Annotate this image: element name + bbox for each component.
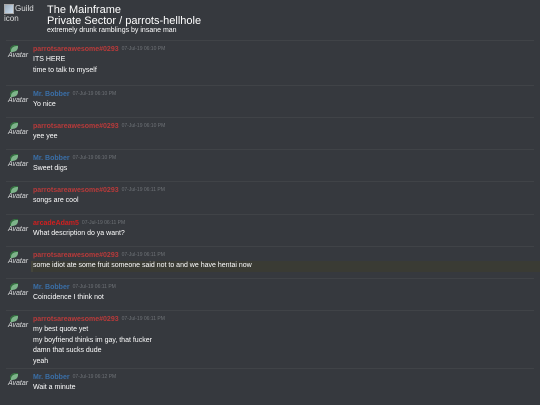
author-name[interactable]: parrotsareawesome#0293 <box>33 316 119 323</box>
message-timestamp: 07-Jul-19 06:11 PM <box>81 220 126 226</box>
message-content: songs are cool <box>33 197 79 204</box>
author-name[interactable]: parrotsareawesome#0293 <box>33 123 119 130</box>
message-author[interactable]: parrotsareawesome#0293 07-Jul-19 06:11 PM <box>33 252 165 259</box>
message-timestamp: 07-Jul-19 06:10 PM <box>72 155 117 161</box>
message-author[interactable]: parrotsareawesome#0293 07-Jul-19 06:11 PM <box>33 187 165 194</box>
message-group: Avatar parrotsareawesome#0293 07-Jul-19 06… <box>6 117 534 150</box>
message-content: What description do ya want? <box>33 230 125 237</box>
author-name[interactable]: Mr. Bobber <box>33 284 70 291</box>
broken-image-icon <box>10 283 18 290</box>
message-author[interactable]: parrotsareawesome#0293 07-Jul-19 06:10 PM <box>33 123 165 130</box>
broken-image-icon <box>10 251 18 258</box>
avatar-alt-text: Avatar <box>8 193 29 200</box>
avatar-alt-text: Avatar <box>8 322 29 329</box>
channel-header: Guild icon The Mainframe Private Sector … <box>0 0 540 38</box>
avatar[interactable]: Avatar <box>8 45 30 65</box>
message-group: Avatar Mr. Bobber 07-Jul-19 06:10 PM Yo nic… <box>6 85 534 118</box>
broken-image-icon <box>4 4 14 14</box>
message-timestamp: 07-Jul-19 06:11 PM <box>121 187 165 193</box>
message-content: Wait a minute <box>33 384 76 391</box>
message-group: Avatar Mr. Bobber 07-Jul-19 06:11 PM Coinci… <box>6 278 534 311</box>
avatar-alt-text: Avatar <box>8 258 29 265</box>
broken-image-icon <box>10 154 18 161</box>
message-content: my boyfriend thinks im gay, that fucker <box>33 336 152 344</box>
message-group: Avatar parrotsareawesome#0293 07-Jul-19 06… <box>6 310 534 374</box>
avatar[interactable]: Avatar <box>8 373 30 393</box>
message-group: Avatar parrotsareawesome#0293 07-Jul-19 06… <box>6 181 534 214</box>
message-content: time to talk to myself <box>33 66 97 74</box>
author-name[interactable]: parrotsareawesome#0293 <box>33 46 119 53</box>
message-timestamp: 07-Jul-19 06:10 PM <box>121 46 166 52</box>
message-group: Avatar parrotsareawesome#0293 07-Jul-19 06… <box>6 40 534 83</box>
avatar-alt-text: Avatar <box>8 161 29 168</box>
message-timestamp: 07-Jul-19 06:12 PM <box>72 374 117 380</box>
message-group: Avatar Mr. Bobber 07-Jul-19 06:10 PM Sweet … <box>6 149 534 182</box>
message-content: ITS HERE <box>33 56 66 63</box>
message-content: yeah <box>33 357 49 365</box>
message-author[interactable]: arcadeAdam5 07-Jul-19 06:11 PM <box>33 220 125 227</box>
author-name[interactable]: Mr. Bobber <box>33 91 70 98</box>
avatar-alt-text: Avatar <box>8 226 29 233</box>
avatar[interactable]: Avatar <box>8 90 30 110</box>
message-timestamp: 07-Jul-19 06:11 PM <box>121 252 165 258</box>
avatar[interactable]: Avatar <box>8 122 30 142</box>
message-group: Avatar parrotsareawesome#0293 07-Jul-19 06… <box>6 246 540 279</box>
message-content: damn that sucks dude <box>33 347 102 354</box>
author-name[interactable]: arcadeAdam5 <box>33 220 79 227</box>
message-timestamp: 07-Jul-19 06:10 PM <box>72 91 117 97</box>
broken-image-icon <box>10 315 18 322</box>
broken-image-icon <box>10 90 18 97</box>
guild-icon: Guild icon <box>4 4 44 34</box>
message-author[interactable]: Mr. Bobber 07-Jul-19 06:12 PM <box>33 374 116 381</box>
broken-image-icon <box>10 45 18 52</box>
broken-image-icon <box>10 186 18 193</box>
message-author[interactable]: Mr. Bobber 07-Jul-19 06:11 PM <box>33 284 116 291</box>
broken-image-icon <box>10 219 18 226</box>
channel-name: Private Sector / parrots-hellhole <box>47 15 202 27</box>
message-author[interactable]: Mr. Bobber 07-Jul-19 06:10 PM <box>33 91 116 98</box>
avatar[interactable]: Avatar <box>8 186 30 206</box>
message-content: Coincidence I think not <box>33 294 104 301</box>
avatar[interactable]: Avatar <box>8 251 30 271</box>
channel-topic: extremely drunk ramblings by insane man <box>47 27 177 34</box>
avatar[interactable]: Avatar <box>8 219 30 239</box>
message-timestamp: 07-Jul-19 06:11 PM <box>72 284 116 290</box>
avatar[interactable]: Avatar <box>8 315 30 335</box>
message-content: some idiot ate some fruit someone said n… <box>33 262 252 269</box>
broken-image-icon <box>10 373 18 380</box>
message-group: Avatar arcadeAdam5 07-Jul-19 06:11 PM What … <box>6 214 534 247</box>
message-content: yee yee <box>33 133 58 140</box>
avatar-alt-text: Avatar <box>8 129 29 136</box>
message-author[interactable]: Mr. Bobber 07-Jul-19 06:10 PM <box>33 155 116 162</box>
avatar-alt-text: Avatar <box>8 380 29 387</box>
avatar-alt-text: Avatar <box>8 290 29 297</box>
message-author[interactable]: parrotsareawesome#0293 07-Jul-19 06:10 PM <box>33 46 165 53</box>
author-name[interactable]: Mr. Bobber <box>33 155 70 162</box>
message-group: Avatar Mr. Bobber 07-Jul-19 06:12 PM Wait a… <box>6 368 534 401</box>
avatar-alt-text: Avatar <box>8 52 29 59</box>
message-author[interactable]: parrotsareawesome#0293 07-Jul-19 06:11 PM <box>33 316 165 323</box>
message-content: my best quote yet <box>33 326 89 333</box>
author-name[interactable]: Mr. Bobber <box>33 374 70 381</box>
avatar[interactable]: Avatar <box>8 283 30 303</box>
message-timestamp: 07-Jul-19 06:10 PM <box>121 123 166 129</box>
message-content: Sweet digs <box>33 165 68 172</box>
message-timestamp: 07-Jul-19 06:11 PM <box>121 316 165 322</box>
avatar[interactable]: Avatar <box>8 154 30 174</box>
broken-image-icon <box>10 122 18 129</box>
author-name[interactable]: parrotsareawesome#0293 <box>33 187 119 194</box>
author-name[interactable]: parrotsareawesome#0293 <box>33 252 119 259</box>
message-content: Yo nice <box>33 101 56 108</box>
avatar-alt-text: Avatar <box>8 97 29 104</box>
